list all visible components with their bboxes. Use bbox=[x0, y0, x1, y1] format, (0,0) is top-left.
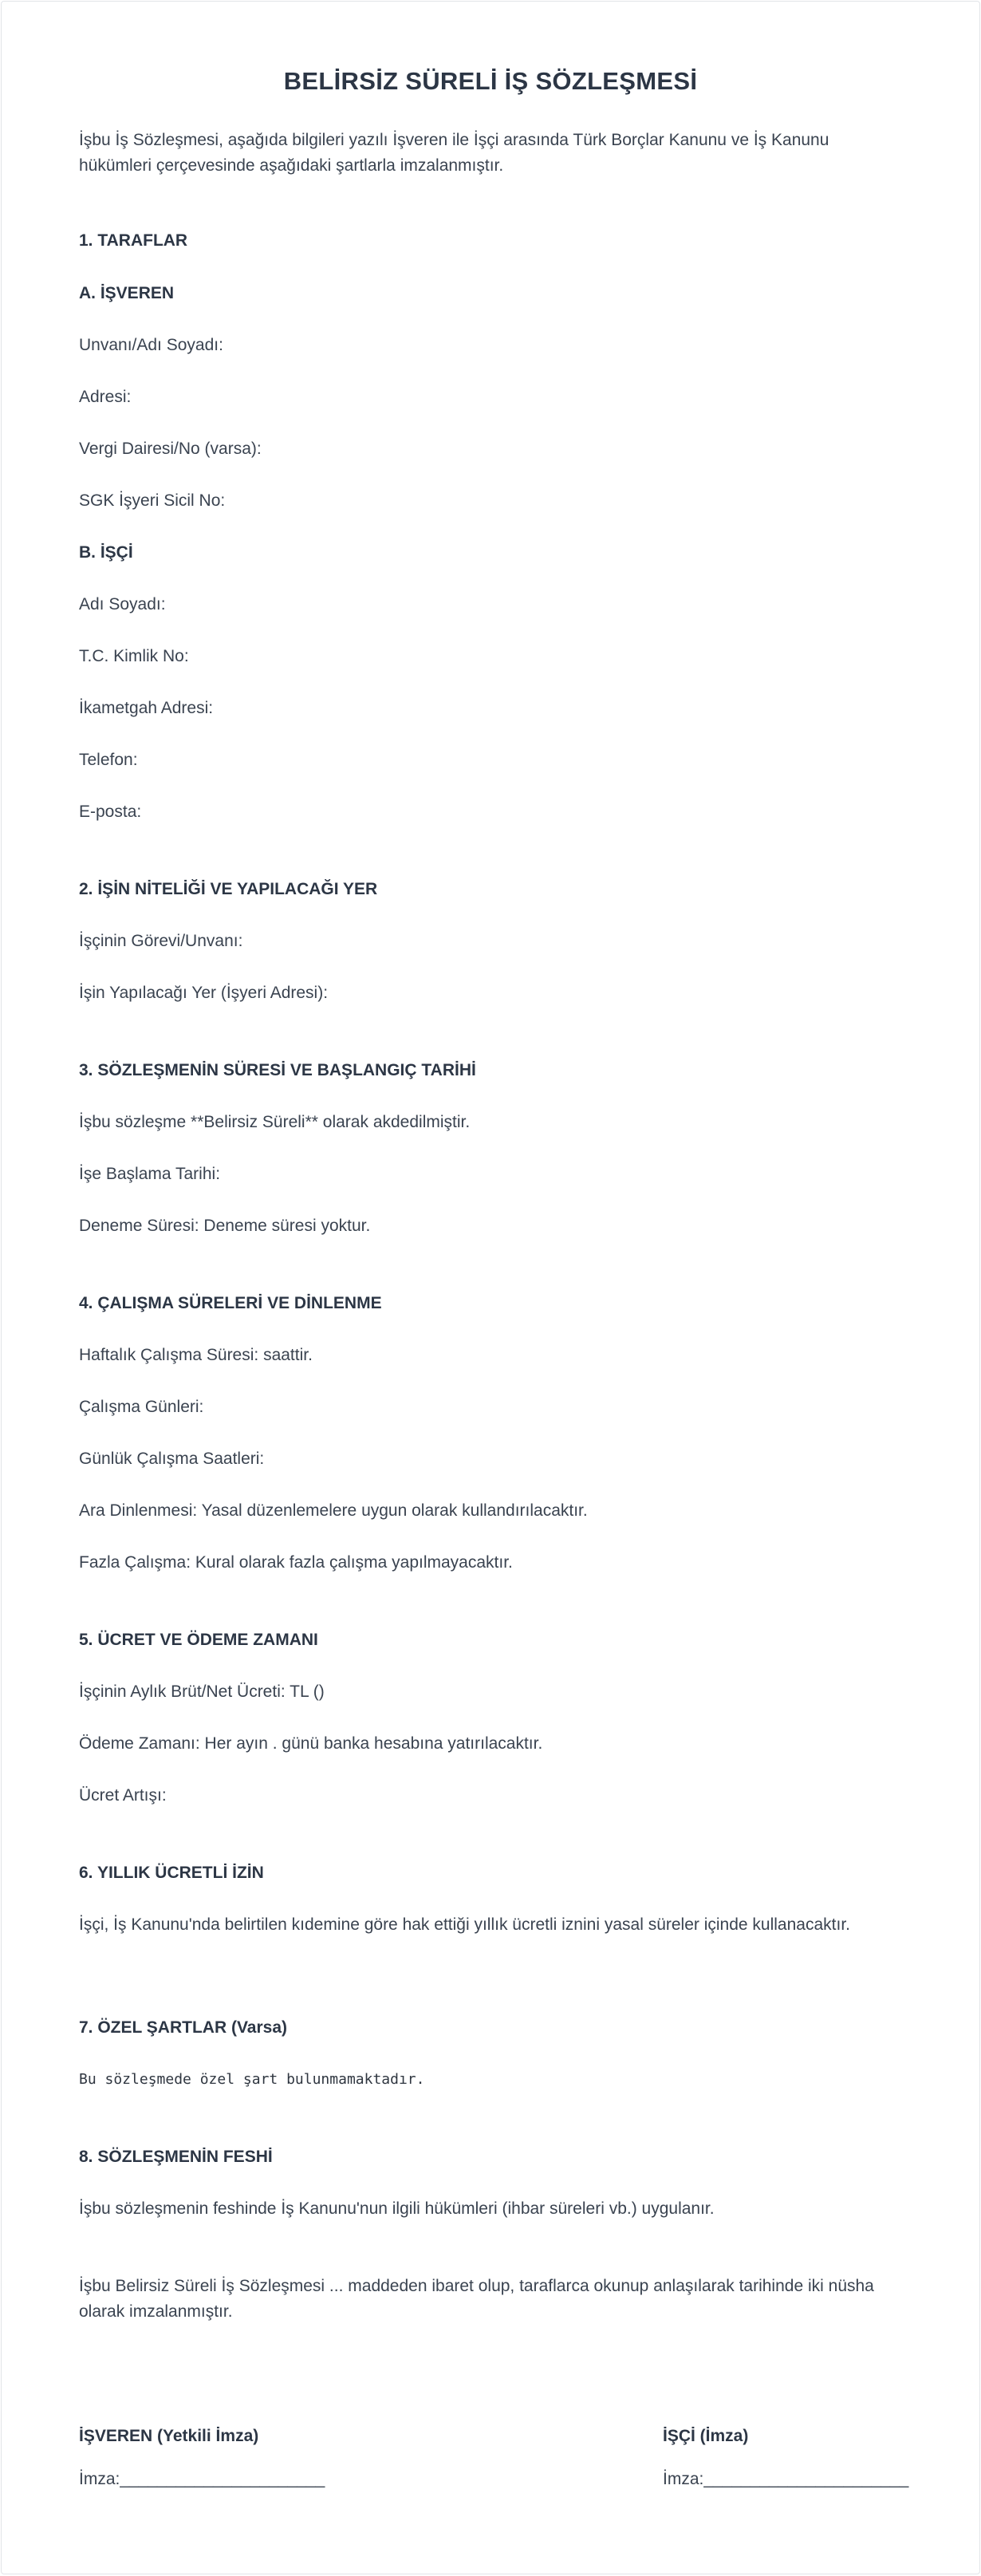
employer-tax-field: Vergi Dairesi/No (varsa): bbox=[79, 440, 262, 458]
break-field: Ara Dinlenmesi: Yasal düzenlemelere uygu… bbox=[79, 1501, 588, 1520]
annual-leave-text: İşçi, İş Kanunu'nda belirtilen kıdemine … bbox=[79, 1915, 850, 1934]
employee-signature-block: İŞÇİ (İmza) İmza:______________________ bbox=[663, 2424, 908, 2492]
section-heading: 3. SÖZLEŞMENİN SÜRESİ VE BAŞLANGIÇ TARİH… bbox=[79, 1061, 476, 1079]
employee-address-field: İkametgah Adresi: bbox=[79, 699, 214, 717]
start-date-field: İşe Başlama Tarihi: bbox=[79, 1165, 221, 1183]
employee-signature-line: İmza:______________________ bbox=[663, 2470, 909, 2488]
wage-raise-field: Ücret Artışı: bbox=[79, 1786, 167, 1805]
employer-signature-title: İŞVEREN (Yetkili İmza) bbox=[79, 2427, 259, 2445]
intro-paragraph: İşbu İş Sözleşmesi, aşağıda bilgileri ya… bbox=[79, 131, 829, 175]
contract-page: BELİRSİZ SÜRELİ İŞ SÖZLEŞMESİ İşbu İş Sö… bbox=[1, 1, 980, 2574]
employee-heading: B. İŞÇİ bbox=[79, 543, 133, 562]
employee-phone-field: Telefon: bbox=[79, 751, 138, 769]
weekly-hours-field: Haftalık Çalışma Süresi: saattir. bbox=[79, 1346, 313, 1364]
employer-signature-block: İŞVEREN (Yetkili İmza) İmza:____________… bbox=[79, 2424, 325, 2492]
employee-name-field: Adı Soyadı: bbox=[79, 595, 166, 613]
trial-period-field: Deneme Süresi: Deneme süresi yoktur. bbox=[79, 1217, 371, 1235]
work-place-field: İşin Yapılacağı Yer (İşyeri Adresi): bbox=[79, 984, 329, 1002]
employer-sgk-field: SGK İşyeri Sicil No: bbox=[79, 491, 226, 510]
closing-paragraph: İşbu Belirsiz Süreli İş Sözleşmesi ... m… bbox=[79, 2277, 874, 2321]
section-heading: 7. ÖZEL ŞARTLAR (Varsa) bbox=[79, 2018, 288, 2037]
wage-field: İşçinin Aylık Brüt/Net Ücreti: TL () bbox=[79, 1682, 325, 1701]
document-title: BELİRSİZ SÜRELİ İŞ SÖZLEŞMESİ bbox=[283, 67, 698, 95]
section-heading: 2. İŞİN NİTELİĞİ VE YAPILACAĞI YER bbox=[79, 880, 378, 898]
termination-text: İşbu sözleşmenin feshinde İş Kanunu'nun … bbox=[79, 2199, 715, 2218]
section-heading: 5. ÜCRET VE ÖDEME ZAMANI bbox=[79, 1631, 318, 1649]
employee-tc-field: T.C. Kimlik No: bbox=[79, 647, 189, 665]
employee-signature-title: İŞÇİ (İmza) bbox=[663, 2427, 749, 2445]
section-heading: 1. TARAFLAR bbox=[79, 231, 188, 250]
section-heading: 4. ÇALIŞMA SÜRELERİ VE DİNLENME bbox=[79, 1294, 382, 1312]
section-heading: 8. SÖZLEŞMENİN FESHİ bbox=[79, 2148, 273, 2166]
section-1: 1. TARAFLAR bbox=[79, 228, 902, 254]
job-role-field: İşçinin Görevi/Unvanı: bbox=[79, 932, 243, 950]
overtime-field: Fazla Çalışma: Kural olarak fazla çalışm… bbox=[79, 1553, 513, 1572]
employer-heading: A. İŞVEREN bbox=[79, 284, 175, 302]
employer-block: A. İŞVEREN bbox=[79, 281, 902, 306]
payment-time-field: Ödeme Zamanı: Her ayın . günü banka hesa… bbox=[79, 1734, 543, 1753]
work-days-field: Çalışma Günleri: bbox=[79, 1398, 204, 1416]
employer-address-field: Adresi: bbox=[79, 388, 132, 406]
section-heading: 6. YILLIK ÜCRETLİ İZİN bbox=[79, 1864, 264, 1882]
employer-name-field: Unvanı/Adı Soyadı: bbox=[79, 336, 223, 354]
special-terms-text: Bu sözleşmede özel şart bulunmamaktadır. bbox=[79, 2071, 425, 2088]
employer-signature-line: İmza:______________________ bbox=[79, 2470, 325, 2488]
daily-hours-field: Günlük Çalışma Saatleri: bbox=[79, 1450, 265, 1468]
employee-email-field: E-posta: bbox=[79, 803, 142, 821]
term-text: İşbu sözleşme **Belirsiz Süreli** olarak… bbox=[79, 1113, 471, 1131]
